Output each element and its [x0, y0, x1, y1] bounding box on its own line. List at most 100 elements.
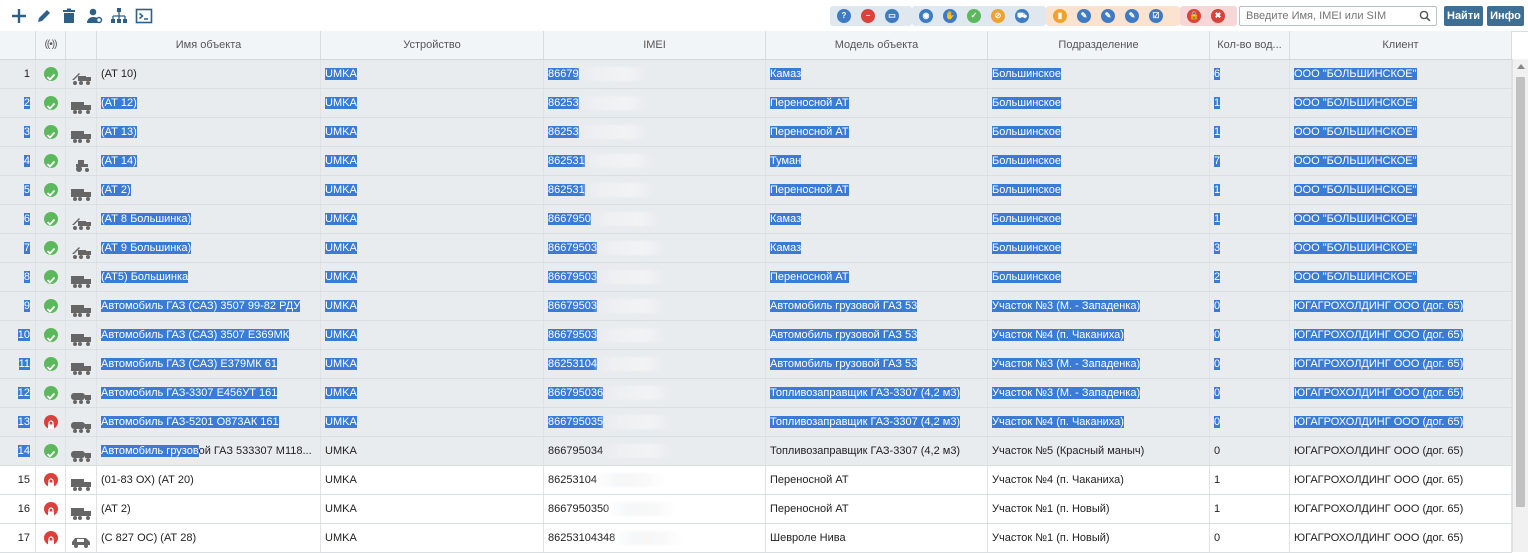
table-row[interactable]: 12 Автомобиль ГАЗ-3307 Е456УТ 161 UMKA 8667…: [0, 379, 1512, 408]
trash-icon[interactable]: [56, 4, 81, 28]
table-row[interactable]: 2 (АТ 12) UMKA 86253 Переносной АТ Большинско…: [0, 89, 1512, 118]
vertical-scrollbar[interactable]: [1512, 59, 1528, 552]
cell-device: UMKA: [321, 89, 544, 117]
cell-imei: 866795036: [544, 379, 766, 407]
wrench-icon[interactable]: ✎: [1077, 9, 1091, 23]
wrench-alt-icon[interactable]: ✎: [1101, 9, 1115, 23]
cell-device-text: UMKA: [325, 213, 357, 225]
check-icon[interactable]: ✓: [967, 9, 981, 23]
table-row[interactable]: 10 Автомобиль ГАЗ (САЗ) 3507 Е369МК UMKA 86…: [0, 321, 1512, 350]
cell-client: ООО "БОЛЬШИНСКОЕ": [1290, 60, 1512, 88]
cell-model: Топливозаправщик ГАЗ-3307 (4,2 м3): [766, 408, 988, 436]
imei-redaction: [601, 415, 672, 430]
row-number: 15: [17, 474, 30, 486]
col-header-department[interactable]: Подразделение: [988, 31, 1210, 59]
tools-icon[interactable]: ✎: [1125, 9, 1139, 23]
minus-icon[interactable]: −: [861, 9, 875, 23]
search-box[interactable]: [1239, 6, 1437, 26]
cell-imei: 8667950: [544, 205, 766, 233]
cell-status: [36, 524, 66, 552]
help-icon[interactable]: ?: [837, 9, 851, 23]
col-header-model[interactable]: Модель объекта: [766, 31, 988, 59]
cell-client: ООО "БОЛЬШИНСКОЕ": [1290, 118, 1512, 146]
cell-number: 7: [0, 234, 36, 262]
cell-number: 3: [0, 118, 36, 146]
scrollbar-thumb[interactable]: [1516, 77, 1525, 507]
keyboard-icon[interactable]: ▭: [885, 9, 899, 23]
bar-chart-icon[interactable]: ▮: [1053, 9, 1067, 23]
terminal-icon[interactable]: [131, 4, 156, 28]
object-name-selected-part: Автомобиль грузов: [101, 445, 199, 457]
user-settings-icon[interactable]: [81, 4, 106, 28]
cell-imei: 86253104348: [544, 524, 766, 552]
col-header-imei[interactable]: IMEI: [544, 31, 766, 59]
find-button[interactable]: Найти: [1444, 6, 1483, 26]
cell-department: Большинское: [988, 89, 1210, 117]
col-header-type[interactable]: [66, 31, 97, 59]
row-number: 2: [23, 97, 30, 109]
col-header-name[interactable]: Имя объекта: [97, 31, 321, 59]
table-row[interactable]: 9 Автомобиль ГАЗ (САЗ) 3507 99-82 РДУ UMKA…: [0, 292, 1512, 321]
table-row[interactable]: 7 (АТ 9 Большинка) UMKA 86679503 Камаз Больши…: [0, 234, 1512, 263]
toolbar-group-1: ? − ▭: [830, 6, 912, 26]
table-row[interactable]: 5 (АТ 2) UMKA 862531 Переносной АТ Большинско…: [0, 176, 1512, 205]
cell-device: UMKA: [321, 408, 544, 436]
cell-client-text: ЮГАГРОХОЛДИНГ ООО (дог. 65): [1294, 300, 1464, 312]
col-header-device[interactable]: Устройство: [321, 31, 544, 59]
table-row[interactable]: 6 (АТ 8 Большинка) UMKA 8667950 Камаз Большин…: [0, 205, 1512, 234]
cell-model-text: Камаз: [770, 68, 802, 80]
cell-client-text: ООО "БОЛЬШИНСКОЕ": [1294, 271, 1417, 283]
cell-status: [36, 205, 66, 233]
table-row[interactable]: 13 Автомобиль ГАЗ-5201 О873АК 161 UMKA 8667…: [0, 408, 1512, 437]
pencil-icon[interactable]: [31, 4, 56, 28]
cell-vehicle-type: [66, 118, 97, 146]
hierarchy-icon[interactable]: [106, 4, 131, 28]
search-icon[interactable]: [1419, 10, 1431, 22]
table-row[interactable]: 11 Автомобиль ГАЗ (САЗ) Е379МК 61 UMKA 8625…: [0, 350, 1512, 379]
cell-department-text: Большинское: [992, 155, 1061, 167]
cell-model-text: Автомобиль грузовой ГАЗ 53: [770, 329, 918, 341]
cell-device: UMKA: [321, 350, 544, 378]
cell-object-name-text: (АТ 2): [101, 184, 131, 196]
table-row[interactable]: 14 Автомобиль грузовой ГАЗ 533307 М118...…: [0, 437, 1512, 466]
cell-object-name-text: (АТ 9 Большинка): [101, 242, 192, 254]
cell-model: Автомобиль грузовой ГАЗ 53: [766, 321, 988, 349]
cell-drivers-count: 7: [1210, 147, 1290, 175]
imei-redaction: [576, 125, 647, 140]
col-header-number[interactable]: [0, 31, 36, 59]
search-input[interactable]: [1240, 7, 1422, 25]
cart-icon[interactable]: ⛟: [1015, 9, 1029, 23]
delete-icon[interactable]: ✖: [1211, 9, 1225, 23]
col-header-drivers[interactable]: Кол-во вод...: [1210, 31, 1290, 59]
cell-client: ООО "БОЛЬШИНСКОЕ": [1290, 234, 1512, 262]
col-header-client[interactable]: Клиент: [1290, 31, 1512, 59]
status-ok-icon: [44, 154, 58, 168]
table-row[interactable]: 4 (АТ 14) UMKA 862531 Туман Большинское 7 ООО "…: [0, 147, 1512, 176]
cell-object-name: Автомобиль ГАЗ-5201 О873АК 161: [97, 408, 321, 436]
table-row[interactable]: 3 (АТ 13) UMKA 86253 Переносной АТ Большинско…: [0, 118, 1512, 147]
scroll-up-arrow[interactable]: [1517, 64, 1525, 69]
cell-model: Переносной АТ: [766, 118, 988, 146]
cell-imei: 86679503: [544, 292, 766, 320]
cell-drivers-count: 1: [1210, 176, 1290, 204]
cell-status: [36, 176, 66, 204]
lock-icon[interactable]: 🔒: [1187, 9, 1201, 23]
imei-redaction: [576, 96, 647, 111]
eye-icon[interactable]: ◉: [919, 9, 933, 23]
table-row[interactable]: 16 (АТ 2) UMKA 8667950350 Переносной АТ Участ…: [0, 495, 1512, 524]
cell-client-text: ООО "БОЛЬШИНСКОЕ": [1294, 68, 1417, 80]
plus-icon[interactable]: [6, 4, 31, 28]
checklist-icon[interactable]: ☑: [1149, 9, 1163, 23]
hand-icon[interactable]: ✋: [943, 9, 957, 23]
cancel-icon[interactable]: ⊘: [991, 9, 1005, 23]
info-button[interactable]: Инфо: [1487, 6, 1524, 26]
cell-drivers-count-text: 3: [1214, 242, 1221, 254]
cell-imei: 8667950350: [544, 495, 766, 523]
table-row[interactable]: 17 (С 827 ОС) (АТ 28) UMKA 86253104348 Шевро…: [0, 524, 1512, 553]
cell-drivers-count: 6: [1210, 60, 1290, 88]
col-header-signal[interactable]: ((•)): [36, 31, 66, 59]
truck-icon: [70, 300, 92, 320]
table-row[interactable]: 1 (АТ 10) UMKA 86679 Камаз Большинское 6 ООО "Б…: [0, 60, 1512, 89]
table-row[interactable]: 8 (АТ5) Большинка UMKA 86679503 Переносной А…: [0, 263, 1512, 292]
table-row[interactable]: 15 (01-83 ОХ) (АТ 20) UMKA 86253104 Переносн…: [0, 466, 1512, 495]
